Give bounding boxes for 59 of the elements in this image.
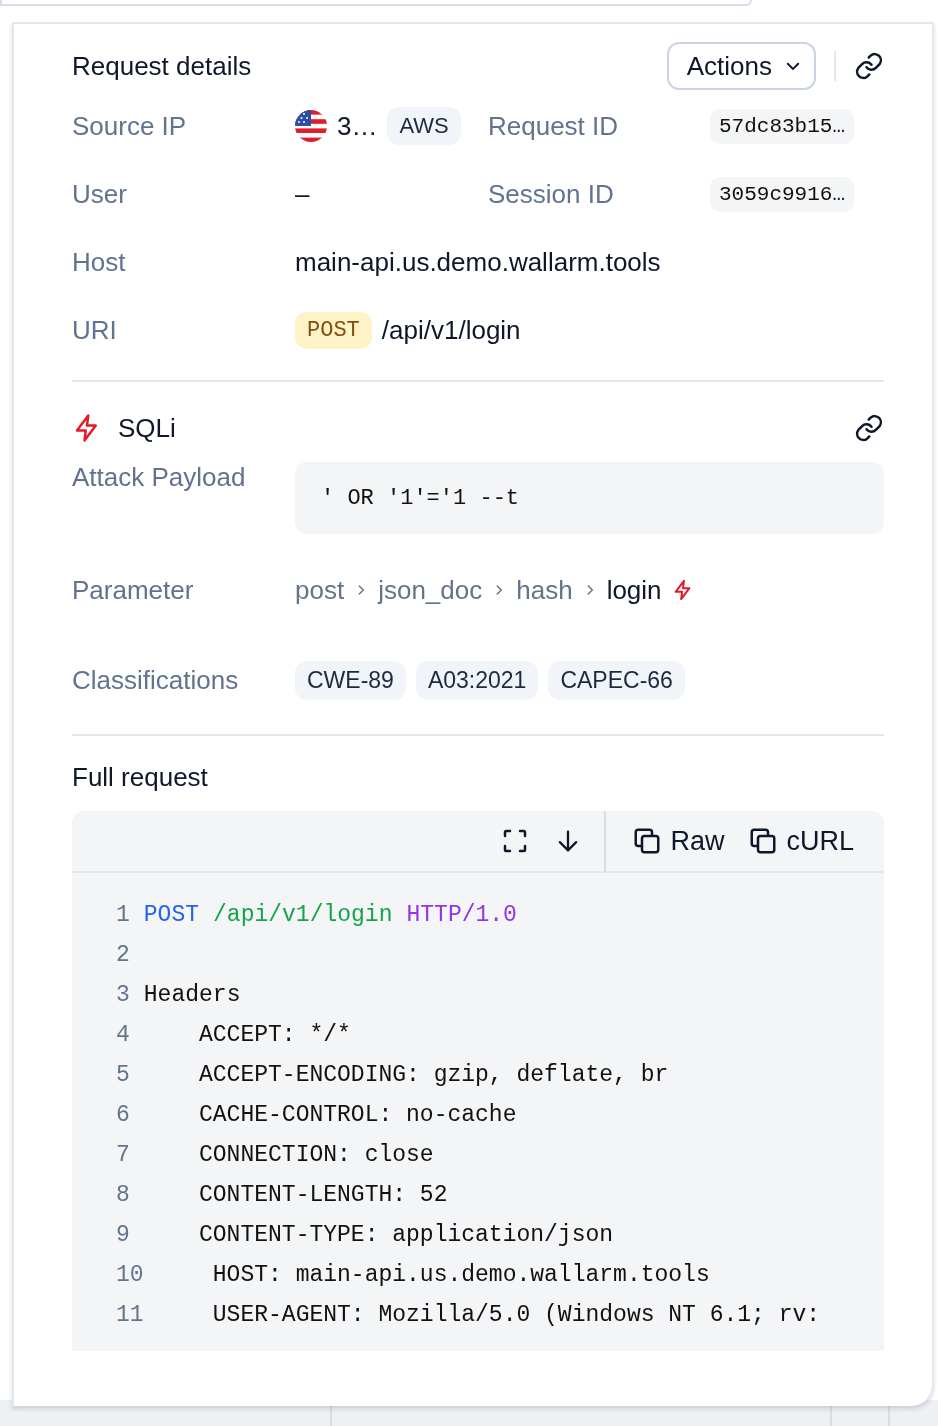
section-title: Request details [72,50,253,82]
copy-icon [632,826,663,856]
method-tag: POST [295,311,372,349]
line-number: 11 [116,1302,144,1328]
field-label: User [72,178,128,210]
copy-button[interactable]: cURL [736,819,866,863]
uri-value: /api/v1/login [381,314,521,346]
field-label: Session ID [488,178,615,210]
classification-tag[interactable]: CAPEC-66 [548,660,685,700]
line-number: 3 [116,982,130,1008]
code-line: USER-AGENT: Mozilla/5.0 (Windows NT 6.1; rv: [211,1302,821,1328]
classification-tag[interactable]: CWE-89 [295,660,406,700]
parameter-path-label: post [295,574,345,606]
line-number: 6 [116,1102,130,1128]
field-label: Classifications [72,664,240,696]
copy-icon [748,826,779,856]
link-icon[interactable] [854,51,884,81]
field-label: Request ID [488,110,620,142]
code-line: CONTENT-LENGTH: 52 [198,1182,448,1208]
attack-type: SQLi [118,412,176,444]
session-id-value[interactable]: 3059c9916… [710,176,855,212]
line-number: 7 [116,1142,130,1168]
line-number: 5 [116,1062,130,1088]
parameter-path-label: login [606,574,662,606]
request-id-value[interactable]: 57dc83b15… [710,108,855,144]
line-number: 4 [116,1022,130,1048]
code-line: Headers [143,982,241,1008]
field-label: Source IP [72,110,188,142]
us-flag-icon [295,110,327,142]
code-line: HOST: main-api.us.demo.wallarm.tools [211,1262,710,1288]
parameter-path-label: hash [516,574,573,606]
link-icon[interactable] [854,413,884,443]
copy-button[interactable]: Raw [620,819,737,863]
section-title: Full request [72,762,209,793]
code-line: ACCEPT: */* [198,1022,351,1048]
parameter-path-label: json_doc [378,574,483,606]
code-line: CACHE-CONTROL: no-cache [198,1102,517,1128]
field-label: URI [72,314,118,346]
actions-button[interactable]: Actions [666,42,816,90]
code-token: /api/v1/login [213,902,393,928]
code-line: CONNECTION: close [198,1142,434,1168]
field-label: Host [72,246,127,278]
code-token: HTTP/1.0 [406,902,517,928]
host-value: main-api.us.demo.wallarm.tools [295,246,661,278]
code-line: ACCEPT-ENCODING: gzip, deflate, br [198,1062,669,1088]
payload-box: ' OR '1'='1 --t [295,462,884,534]
ip-value: 3… [337,110,378,142]
field-label: Parameter [72,574,195,606]
user-value: – [295,178,310,210]
classification-tag[interactable]: A03:2021 [415,660,539,700]
code-token: POST [143,902,200,928]
field-label: Attack Payload [72,462,247,493]
line-number: 1 [116,902,130,928]
provider-tag: AWS [387,107,461,145]
line-number: 2 [116,942,130,968]
line-number: 8 [116,1182,130,1208]
line-number: 10 [116,1262,144,1288]
code-line: CONTENT-TYPE: application/json [198,1222,614,1248]
line-number: 9 [116,1222,130,1248]
